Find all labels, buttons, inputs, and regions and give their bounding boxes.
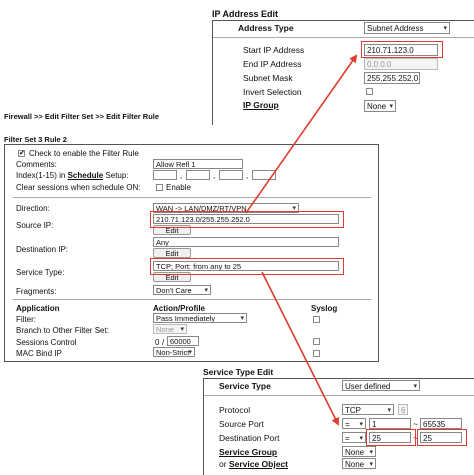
annotation-arrows — [245, 54, 358, 426]
arrow-service-to-service-edit — [261, 271, 339, 426]
arrow-source-to-ip-edit — [245, 54, 358, 214]
